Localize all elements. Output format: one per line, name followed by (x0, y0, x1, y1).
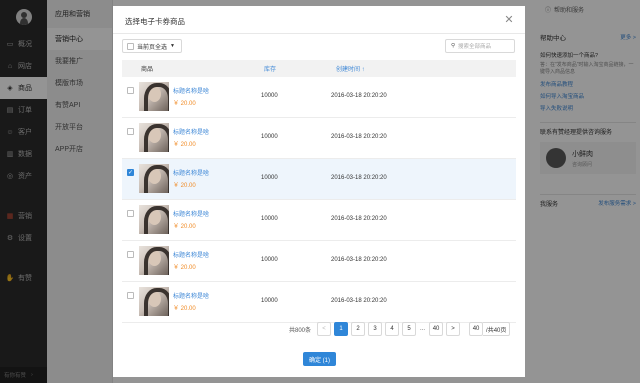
column-created-time[interactable]: 创建时间 ↑ (336, 64, 365, 73)
goods-created-time: 2016-03-18 20:20:20 (331, 134, 387, 140)
goods-created-time: 2016-03-18 20:20:20 (331, 175, 387, 181)
page-2-button[interactable]: 2 (351, 322, 366, 336)
page-3-button[interactable]: 3 (368, 322, 383, 336)
product-thumbnail (139, 164, 169, 193)
page-4-button[interactable]: 4 (385, 322, 400, 336)
goods-stock: 10000 (261, 298, 278, 304)
product-thumbnail (139, 205, 169, 234)
page-5-button[interactable]: 5 (402, 322, 417, 336)
row-checkbox[interactable] (127, 128, 134, 135)
table-row[interactable]: ✓ 标题名称是啥 ￥ 20.00 10000 2016-03-18 20:20:20 (122, 159, 516, 200)
close-icon[interactable]: ✕ (502, 12, 516, 26)
select-goods-dialog: 选择电子卡券商品 ✕ 当前页全选 ▼ ⚲ 搜索全部商品 商品 库存 创建时间 ↑… (113, 6, 525, 377)
product-thumbnail (139, 287, 169, 316)
search-input[interactable]: ⚲ 搜索全部商品 (445, 39, 515, 53)
goods-price: ￥ 20.00 (173, 224, 196, 230)
goods-name[interactable]: 标题名称是啥 (173, 209, 209, 218)
table-row[interactable]: 标题名称是啥 ￥ 20.00 10000 2016-03-18 20:20:20 (122, 200, 516, 241)
select-all-checkbox[interactable] (127, 42, 134, 50)
row-checkbox[interactable] (127, 251, 134, 258)
product-thumbnail (139, 246, 169, 275)
divider (113, 33, 525, 34)
goods-stock: 10000 (261, 175, 278, 181)
goods-price: ￥ 20.00 (173, 265, 196, 271)
table-header: 商品 库存 创建时间 ↑ (122, 60, 516, 77)
table-row[interactable]: 标题名称是啥 ￥ 20.00 10000 2016-03-18 20:20:20 (122, 77, 516, 118)
goods-stock: 10000 (261, 257, 278, 263)
goods-name[interactable]: 标题名称是啥 (173, 250, 209, 259)
product-thumbnail (139, 82, 169, 111)
product-thumbnail (139, 123, 169, 152)
column-goods: 商品 (141, 67, 154, 73)
goods-created-time: 2016-03-18 20:20:20 (331, 216, 387, 222)
next-page-button[interactable]: > (446, 322, 461, 336)
caret-down-icon: ▼ (170, 43, 175, 49)
goods-stock: 10000 (261, 134, 278, 140)
table-row[interactable]: 标题名称是啥 ￥ 20.00 10000 2016-03-18 20:20:20 (122, 118, 516, 159)
goods-name[interactable]: 标题名称是啥 (173, 86, 209, 95)
search-icon: ⚲ (451, 43, 456, 49)
select-all-dropdown[interactable]: 当前页全选 ▼ (122, 39, 182, 53)
prev-page-button[interactable]: < (317, 322, 332, 336)
total-count: 共800条 (289, 327, 312, 334)
goods-price: ￥ 20.00 (173, 306, 196, 312)
goods-table: 商品 库存 创建时间 ↑ 标题名称是啥 ￥ 20.00 10000 2016-03-1… (122, 60, 516, 323)
goods-stock: 10000 (261, 216, 278, 222)
goods-price: ￥ 20.00 (173, 183, 196, 189)
pagination: 共800条 < 1 2 3 4 5 ... 40 > 40 /共40页 (289, 322, 511, 336)
table-body: 标题名称是啥 ￥ 20.00 10000 2016-03-18 20:20:20 标题名… (122, 77, 516, 323)
row-checkbox[interactable] (127, 292, 134, 299)
column-stock[interactable]: 库存 (264, 64, 276, 73)
goods-price: ￥ 20.00 (173, 142, 196, 148)
goods-created-time: 2016-03-18 20:20:20 (331, 93, 387, 99)
total-pages: /共40页 (483, 322, 511, 336)
last-page-button[interactable]: 40 (429, 322, 444, 336)
page-1-button[interactable]: 1 (334, 322, 349, 336)
row-checkbox[interactable]: ✓ (127, 169, 134, 176)
goods-created-time: 2016-03-18 20:20:20 (331, 257, 387, 263)
table-row[interactable]: 标题名称是啥 ￥ 20.00 10000 2016-03-18 20:20:20 (122, 241, 516, 282)
goods-created-time: 2016-03-18 20:20:20 (331, 298, 387, 304)
goods-name[interactable]: 标题名称是啥 (173, 168, 209, 177)
ellipsis: ... (420, 326, 426, 332)
jump-page-input[interactable]: 40 (469, 322, 484, 336)
row-checkbox[interactable] (127, 87, 134, 94)
goods-price: ￥ 20.00 (173, 101, 196, 107)
row-checkbox[interactable] (127, 210, 134, 217)
goods-name[interactable]: 标题名称是啥 (173, 127, 209, 136)
confirm-button[interactable]: 确定 (1) (303, 352, 336, 366)
dialog-title: 选择电子卡券商品 (125, 17, 185, 26)
goods-stock: 10000 (261, 93, 278, 99)
table-row[interactable]: 标题名称是啥 ￥ 20.00 10000 2016-03-18 20:20:20 (122, 282, 516, 323)
goods-name[interactable]: 标题名称是啥 (173, 291, 209, 300)
